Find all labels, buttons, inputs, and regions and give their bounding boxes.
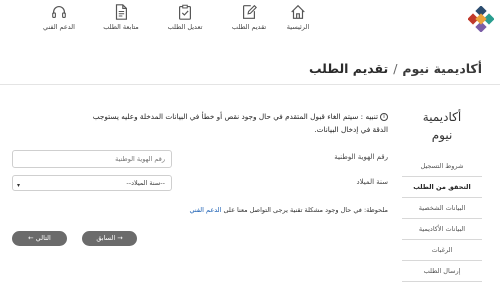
neom-logo[interactable] bbox=[467, 5, 495, 33]
step-application-verification[interactable]: التحقق من الطلب bbox=[402, 177, 482, 198]
nav-submit-application[interactable]: تقديم الطلب bbox=[219, 3, 279, 31]
national-id-input[interactable] bbox=[12, 150, 172, 168]
national-id-label: رقم الهوية الوطنية bbox=[334, 153, 388, 161]
info-icon: i bbox=[380, 113, 388, 121]
nav-support-label: الدعم الفني bbox=[43, 23, 75, 31]
birth-year-select[interactable]: --سنة الميلاد-- ▾ bbox=[12, 175, 172, 191]
step-registration-terms[interactable]: شروط التسجيل bbox=[402, 156, 482, 177]
sidebar-brand-line2: نيوم bbox=[431, 128, 453, 142]
sidebar-brand: أكاديمية نيوم bbox=[402, 108, 482, 144]
page-title: أكاديمية نيوم / تقديم الطلب bbox=[12, 58, 482, 78]
steps-sidebar: أكاديمية نيوم شروط التسجيل التحقق من الط… bbox=[402, 108, 482, 282]
birth-year-selected-value: --سنة الميلاد-- bbox=[126, 179, 165, 187]
edit-icon bbox=[243, 4, 257, 19]
verification-form: iتنبيه : سيتم الغاء قبول المتقدم في حال … bbox=[12, 110, 388, 246]
breadcrumb-brand[interactable]: أكاديمية نيوم bbox=[402, 61, 482, 76]
title-divider bbox=[0, 84, 500, 85]
breadcrumb-separator: / bbox=[393, 61, 398, 76]
nav-edit-application[interactable]: تعديل الطلب bbox=[155, 3, 215, 31]
previous-button[interactable]: → السابق bbox=[82, 231, 137, 246]
birth-year-label: سنة الميلاد bbox=[356, 178, 389, 186]
breadcrumb-current-page: تقديم الطلب bbox=[308, 61, 389, 76]
top-navigation: الرئيسية تقديم الطلب تعديل الطلب متابعة … bbox=[0, 0, 500, 42]
nav-track-application[interactable]: متابعة الطلب bbox=[91, 3, 151, 31]
document-icon bbox=[115, 4, 127, 20]
headset-icon bbox=[52, 6, 66, 18]
nav-technical-support[interactable]: الدعم الفني bbox=[29, 3, 89, 31]
warning-notice: iتنبيه : سيتم الغاء قبول المتقدم في حال … bbox=[12, 110, 388, 136]
support-note: ملحوظة: في حال وجود مشكلة تقنية يرجى الت… bbox=[12, 206, 388, 214]
nav-track-label: متابعة الطلب bbox=[103, 23, 139, 31]
sidebar-brand-line1: أكاديمية bbox=[422, 110, 462, 124]
notice-text-line2: الدقة في إدخال البيانات. bbox=[314, 125, 388, 134]
step-academic-data[interactable]: البيانات الأكاديمية bbox=[402, 219, 482, 240]
next-button[interactable]: التالي ← bbox=[12, 231, 67, 246]
chevron-down-icon: ▾ bbox=[17, 182, 21, 189]
step-personal-data[interactable]: البيانات الشخصية bbox=[402, 198, 482, 219]
technical-support-link[interactable]: الدعم الفني bbox=[189, 206, 221, 214]
nav-edit-label: تعديل الطلب bbox=[167, 23, 203, 31]
step-submit-application[interactable]: إرسال الطلب bbox=[402, 261, 482, 282]
notice-text-line1: تنبيه : سيتم الغاء قبول المتقدم في حال و… bbox=[92, 112, 378, 121]
support-note-text: ملحوظة: في حال وجود مشكلة تقنية يرجى الت… bbox=[223, 206, 389, 214]
birth-year-row: سنة الميلاد --سنة الميلاد-- ▾ bbox=[12, 175, 388, 193]
national-id-row: رقم الهوية الوطنية bbox=[12, 150, 388, 168]
clipboard-check-icon bbox=[179, 4, 191, 20]
step-preferences[interactable]: الرغبات bbox=[402, 240, 482, 261]
home-icon bbox=[291, 4, 305, 19]
nav-submit-label: تقديم الطلب bbox=[231, 23, 267, 31]
